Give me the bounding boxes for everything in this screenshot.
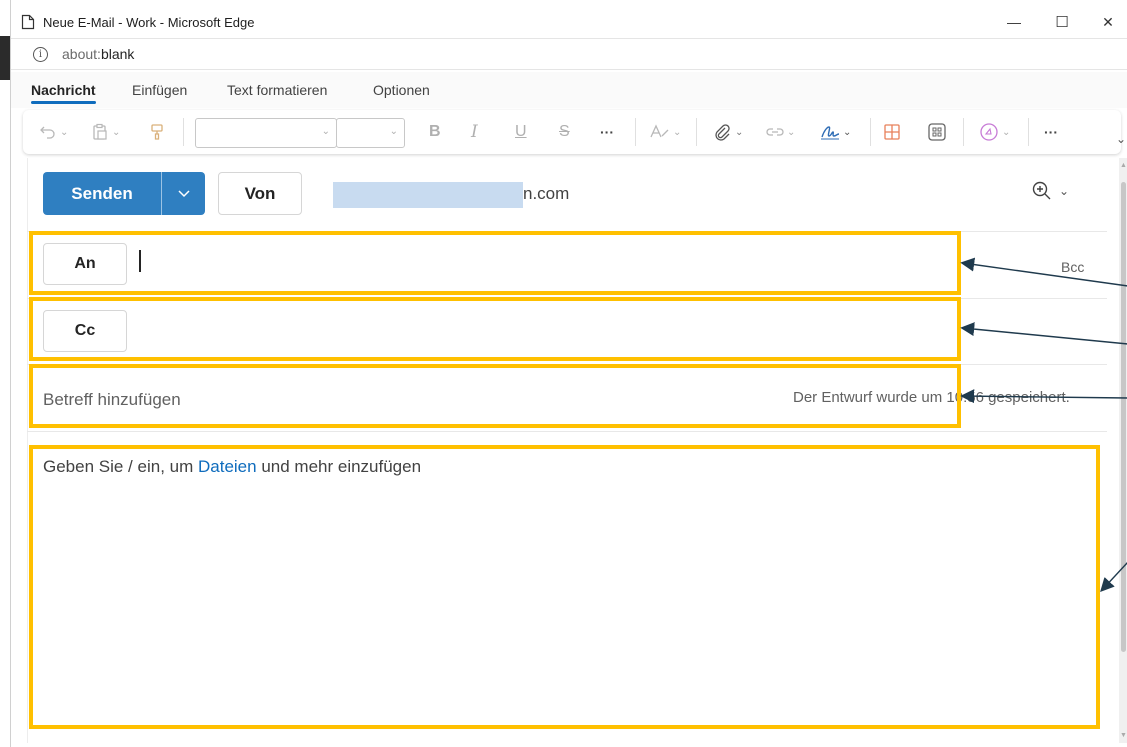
italic-button[interactable]: I — [471, 110, 478, 154]
strikethrough-button[interactable]: S — [559, 110, 570, 154]
editor-icon[interactable]: ⌄ — [649, 110, 681, 154]
url-text[interactable]: about:blank — [62, 46, 134, 62]
from-address: n.com — [523, 184, 570, 203]
more-options-button[interactable]: ··· — [1044, 110, 1058, 154]
tab-text-formatieren[interactable]: Text formatieren — [227, 72, 327, 108]
toolbar-separator — [870, 118, 871, 146]
underline-button[interactable]: U — [515, 110, 527, 154]
copilot-icon[interactable]: ⌄ — [979, 110, 1010, 154]
browser-window: Neue E-Mail - Work - Microsoft Edge — ☐ … — [10, 0, 1127, 747]
info-icon[interactable]: i — [33, 46, 48, 62]
tab-nachricht[interactable]: Nachricht — [31, 72, 96, 108]
url-host: blank — [100, 46, 135, 62]
toolbar-separator — [963, 118, 964, 146]
redacted-email — [333, 182, 523, 208]
maximize-button[interactable]: ☐ — [1039, 6, 1085, 38]
desktop-edge — [0, 0, 10, 747]
table-insert-icon[interactable] — [883, 110, 901, 154]
tab-einfuegen[interactable]: Einfügen — [132, 72, 187, 108]
bold-button[interactable]: B — [429, 110, 441, 154]
send-label[interactable]: Senden — [43, 172, 161, 215]
highlight-subject-field — [29, 364, 961, 428]
highlight-body-field — [29, 445, 1100, 729]
undo-icon[interactable]: ⌄ — [39, 110, 68, 154]
send-button[interactable]: Senden — [43, 172, 205, 215]
toolbar-separator — [183, 118, 184, 146]
from-button[interactable]: Von — [218, 172, 302, 215]
apps-icon[interactable] — [927, 110, 947, 154]
url-prefix: about: — [62, 46, 101, 62]
page-icon — [21, 14, 35, 30]
attach-icon[interactable]: ⌄ — [713, 110, 743, 154]
highlight-to-field — [29, 231, 961, 295]
title-bar: Neue E-Mail - Work - Microsoft Edge — ☐ … — [11, 6, 1127, 38]
zoom-in-icon[interactable] — [1031, 180, 1053, 202]
ribbon-tabs: Nachricht Einfügen Text formatieren Opti… — [11, 72, 1127, 108]
toolbar-separator — [635, 118, 636, 146]
more-format-button[interactable]: ··· — [600, 110, 614, 154]
expand-ribbon-icon[interactable]: ⌄ — [1116, 132, 1126, 146]
bcc-link[interactable]: Bcc — [1061, 259, 1084, 275]
signature-icon[interactable]: ⌄ — [819, 110, 851, 154]
font-family-select[interactable]: ⌄ — [195, 118, 337, 148]
minimize-button[interactable]: — — [991, 6, 1037, 38]
desktop-fragment — [0, 36, 10, 80]
toolbar-separator — [1028, 118, 1029, 146]
scrollbar[interactable]: ▲ ▼ — [1119, 158, 1127, 743]
paste-icon[interactable]: ⌄ — [91, 110, 120, 154]
tab-optionen[interactable]: Optionen — [373, 72, 430, 108]
window-title: Neue E-Mail - Work - Microsoft Edge — [43, 14, 255, 30]
toolbar-separator — [696, 118, 697, 146]
send-options-chevron-icon[interactable] — [161, 172, 205, 215]
font-size-select[interactable]: ⌄ — [336, 118, 405, 148]
divider — [27, 431, 1107, 432]
address-bar[interactable]: i about:blank — [11, 38, 1127, 70]
link-icon[interactable]: ⌄ — [765, 110, 795, 154]
zoom-control[interactable]: ⌄ — [1031, 180, 1069, 202]
format-painter-icon[interactable] — [149, 110, 165, 154]
close-button[interactable]: ✕ — [1085, 6, 1127, 38]
highlight-cc-field — [29, 297, 961, 361]
formatting-toolbar: ⌄ ⌄ ⌄ ⌄ B I U S ··· ⌄ ⌄ ⌄ ⌄ ⌄ ··· — [23, 110, 1121, 154]
